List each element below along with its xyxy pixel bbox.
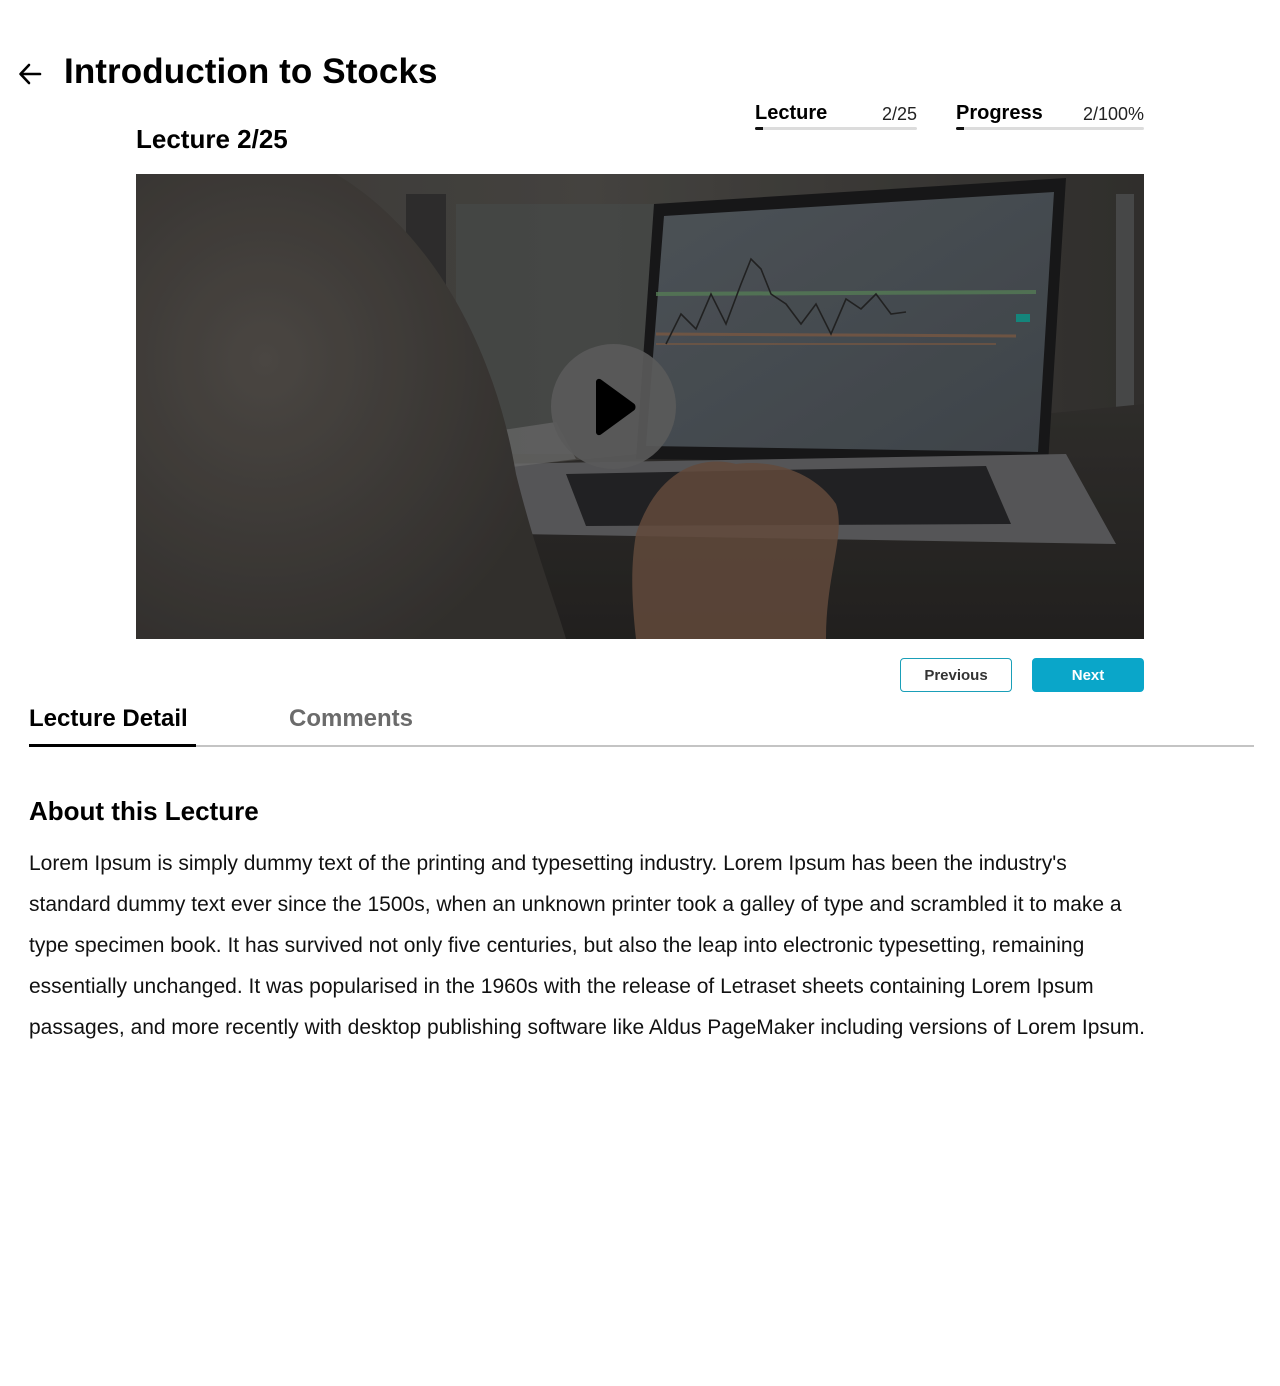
tab-comments[interactable]: Comments <box>289 703 413 735</box>
lecture-count-stat: Lecture 2/25 <box>755 100 917 130</box>
play-icon <box>595 378 635 435</box>
tabs-divider <box>29 745 1254 747</box>
about-description: Lorem Ipsum is simply dummy text of the … <box>29 852 1145 1039</box>
lecture-stat-value: 2/25 <box>881 104 917 124</box>
video-player[interactable] <box>136 174 1144 639</box>
about-title: About this Lecture <box>29 796 259 826</box>
back-button[interactable] <box>14 58 46 90</box>
active-tab-indicator <box>29 744 196 747</box>
play-button[interactable] <box>551 344 676 469</box>
lecture-stat-label: Lecture <box>755 102 828 124</box>
lecture-progress-fill <box>755 127 764 130</box>
progress-stat-value: 2/100% <box>1082 104 1144 124</box>
next-button[interactable]: Next <box>1032 658 1144 692</box>
previous-button[interactable]: Previous <box>900 658 1012 692</box>
progress-stat-label: Progress <box>956 102 1043 124</box>
lecture-heading: Lecture 2/25 <box>136 124 288 154</box>
tab-lecture-detail[interactable]: Lecture Detail <box>29 703 188 735</box>
arrow-left-icon <box>19 63 42 85</box>
page-title: Introduction to Stocks <box>64 52 438 91</box>
lecture-progress-bar <box>755 127 917 130</box>
course-progress-fill <box>956 127 964 130</box>
course-progress-stat: Progress 2/100% <box>956 100 1144 130</box>
course-progress-bar <box>956 127 1144 130</box>
